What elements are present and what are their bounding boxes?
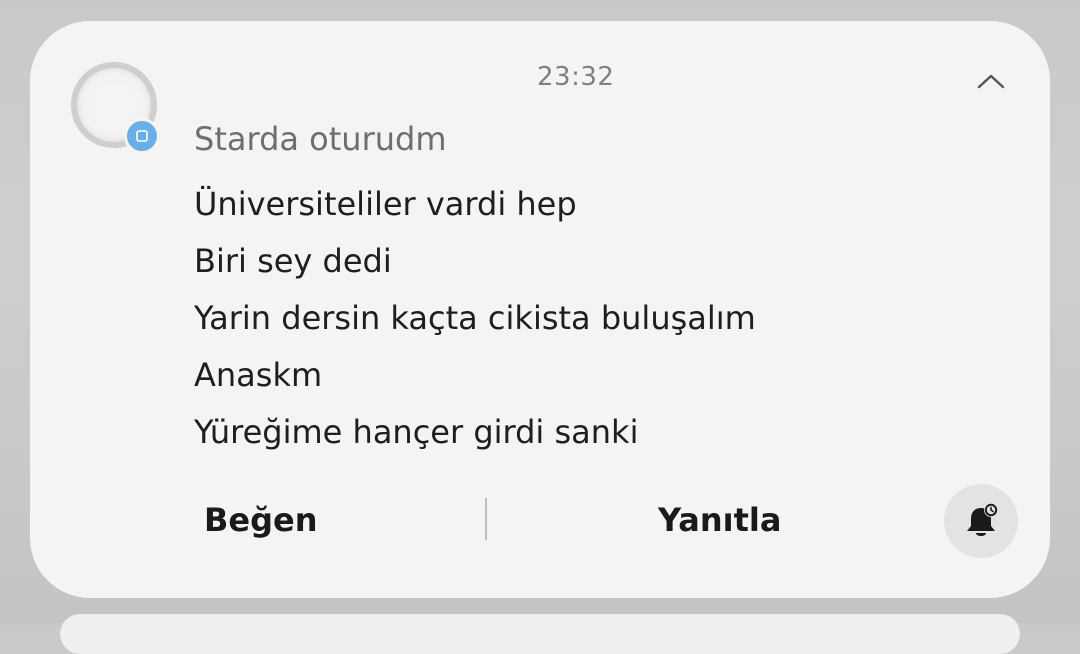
chevron-up-icon — [977, 74, 1005, 89]
next-notification-card[interactable] — [60, 614, 1020, 654]
action-divider — [485, 498, 487, 540]
snooze-button[interactable] — [944, 484, 1018, 558]
reply-button[interactable]: Yanıtla — [658, 484, 781, 556]
notification-actions: Beğen Yanıtla — [30, 484, 1050, 558]
message-line: Yarin dersin kaçta cikista buluşalım — [194, 299, 756, 337]
notification-time: 23:32 — [537, 62, 615, 92]
like-button[interactable]: Beğen — [204, 484, 317, 556]
message-line: Anaskm — [194, 356, 323, 394]
app-glyph-icon — [136, 130, 148, 142]
message-body: Üniversiteliler vardi hep Biri sey dedi … — [194, 176, 756, 461]
message-line: Yüreğime hançer girdi sanki — [194, 413, 639, 451]
messaging-app-icon — [124, 118, 160, 154]
message-line: Üniversiteliler vardi hep — [194, 185, 577, 223]
collapse-button[interactable] — [972, 62, 1010, 100]
message-line: Biri sey dedi — [194, 242, 392, 280]
bell-snooze-icon — [967, 503, 998, 536]
sender-name: Starda oturudm — [194, 120, 447, 158]
